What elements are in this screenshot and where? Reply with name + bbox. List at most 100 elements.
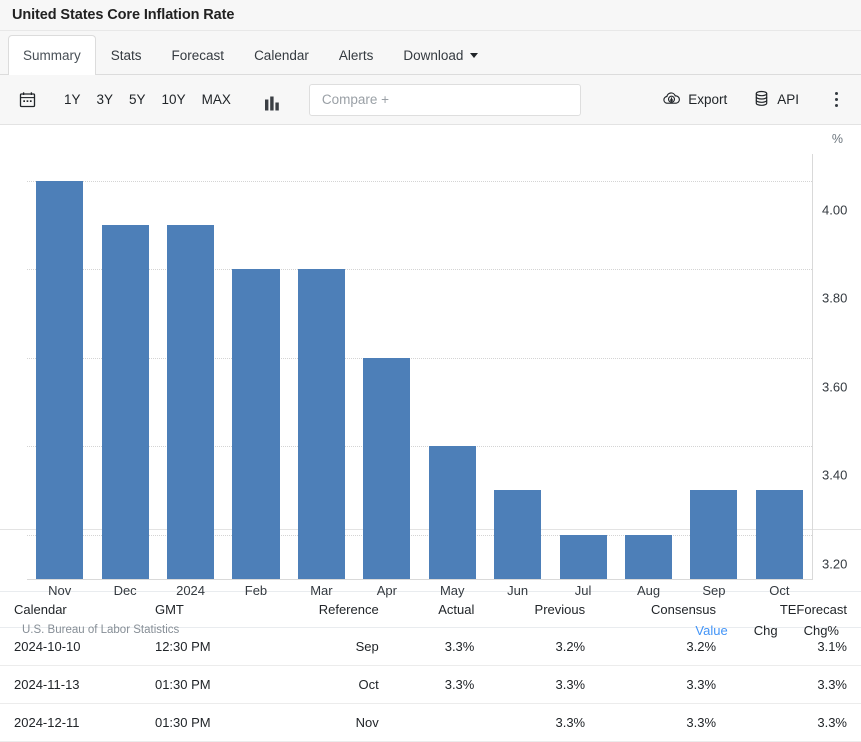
table-row[interactable]: 2024-11-1301:30 PMOct3.3%3.3%3.3%3.3%: [0, 666, 861, 704]
cell-previous: 3.3%: [488, 666, 599, 704]
tab-alerts[interactable]: Alerts: [324, 35, 389, 74]
kebab-dot: [835, 92, 838, 95]
tab-label: Alerts: [339, 48, 374, 63]
kebab-dot: [835, 104, 838, 107]
bar-slot[interactable]: [616, 154, 681, 579]
cell-reference: Nov: [262, 704, 393, 742]
x-tick-label: Apr: [354, 583, 419, 598]
page-header: United States Core Inflation Rate: [0, 0, 861, 31]
bar-slot[interactable]: [420, 154, 485, 579]
page-title: United States Core Inflation Rate: [12, 7, 234, 23]
chart-panel: % 4.003.803.603.403.20 NovDec2024FebMarA…: [0, 125, 861, 530]
bar-slot[interactable]: [158, 154, 223, 579]
cell-gmt: 01:30 PM: [141, 666, 262, 704]
range-button-1y[interactable]: 1Y: [56, 88, 89, 111]
chart-footer: U.S. Bureau of Labor Statistics Value Chg…: [0, 615, 861, 645]
y-tick-label: 3.40: [822, 468, 847, 483]
bar-aug[interactable]: [625, 535, 672, 579]
export-button[interactable]: Export: [662, 91, 727, 109]
bar-chart-icon[interactable]: [259, 86, 287, 114]
y-tick-label: 3.20: [822, 556, 847, 571]
tab-label: Forecast: [172, 48, 225, 63]
y-tick-label: 3.80: [822, 291, 847, 306]
bar-dec[interactable]: [102, 225, 149, 579]
tab-label: Calendar: [254, 48, 309, 63]
range-button-10y[interactable]: 10Y: [154, 88, 194, 111]
y-tick-label: 4.00: [822, 202, 847, 217]
chart-plot-inner: [27, 154, 812, 579]
x-tick-label: Nov: [27, 583, 92, 598]
tab-forecast[interactable]: Forecast: [157, 35, 240, 74]
bar-apr[interactable]: [363, 358, 410, 579]
x-tick-label: Jul: [550, 583, 615, 598]
tab-label: Summary: [23, 48, 81, 63]
kebab-menu-icon[interactable]: [827, 87, 845, 113]
bar-slot[interactable]: [747, 154, 812, 579]
chart-toolbar: 1Y3Y5Y10YMAX Export: [0, 75, 861, 125]
kebab-dot: [835, 98, 838, 101]
table-row[interactable]: 2024-12-1101:30 PMNov3.3%3.3%3.3%: [0, 704, 861, 742]
bar-nov[interactable]: [36, 181, 83, 579]
bar-slot[interactable]: [681, 154, 746, 579]
chart-y-axis-line: [812, 154, 813, 579]
bar-sep[interactable]: [690, 490, 737, 579]
series-toggle-group: Value Chg Chg%: [695, 623, 839, 638]
x-tick-label: Oct: [747, 583, 812, 598]
bar-slot[interactable]: [550, 154, 615, 579]
tab-stats[interactable]: Stats: [96, 35, 157, 74]
bar-slot[interactable]: [223, 154, 288, 579]
series-toggle-value[interactable]: Value: [695, 623, 727, 638]
bar-mar[interactable]: [298, 269, 345, 579]
x-tick-label: Jun: [485, 583, 550, 598]
cell-actual: [393, 704, 489, 742]
x-tick-label: May: [420, 583, 485, 598]
api-button[interactable]: API: [753, 90, 799, 110]
bar-may[interactable]: [429, 446, 476, 579]
cell-teforecast: 3.3%: [730, 704, 861, 742]
chevron-down-icon: [470, 53, 478, 58]
bar-slot[interactable]: [92, 154, 157, 579]
cell-teforecast: 3.3%: [730, 666, 861, 704]
bar-feb[interactable]: [232, 269, 279, 579]
bar-slot[interactable]: [485, 154, 550, 579]
toolbar-right-actions: Export API: [636, 87, 849, 113]
x-tick-label: Dec: [92, 583, 157, 598]
tab-summary[interactable]: Summary: [8, 35, 96, 75]
chart-source: U.S. Bureau of Labor Statistics: [22, 624, 179, 636]
database-icon: [753, 90, 770, 110]
range-button-3y[interactable]: 3Y: [89, 88, 122, 111]
bar-oct[interactable]: [756, 490, 803, 579]
x-tick-label: Mar: [289, 583, 354, 598]
cell-calendar: 2024-12-11: [0, 704, 141, 742]
cell-reference: Oct: [262, 666, 393, 704]
bar-2024[interactable]: [167, 225, 214, 579]
series-toggle-chg[interactable]: Chg: [754, 623, 778, 638]
y-tick-label: 3.60: [822, 379, 847, 394]
series-toggle-chg-pct[interactable]: Chg%: [804, 623, 839, 638]
compare-input-wrapper[interactable]: [309, 84, 581, 116]
tab-label: Download: [403, 48, 463, 63]
calendar-icon[interactable]: [12, 85, 42, 115]
bar-slot[interactable]: [27, 154, 92, 579]
cell-consensus: 3.3%: [599, 666, 730, 704]
compare-input[interactable]: [320, 91, 570, 108]
x-tick-label: Feb: [223, 583, 288, 598]
cell-gmt: 01:30 PM: [141, 704, 262, 742]
chart-plot-area: 4.003.803.603.403.20: [27, 154, 812, 579]
bar-jul[interactable]: [560, 535, 607, 579]
bar-slot[interactable]: [354, 154, 419, 579]
range-button-5y[interactable]: 5Y: [121, 88, 154, 111]
calendar-table: Calendar GMT Reference Actual Previous C…: [0, 591, 861, 742]
x-tick-label: 2024: [158, 583, 223, 598]
bar-slot[interactable]: [289, 154, 354, 579]
range-selector: 1Y3Y5Y10YMAX: [56, 88, 239, 111]
api-label: API: [777, 92, 799, 107]
tab-download[interactable]: Download: [388, 35, 493, 74]
tab-label: Stats: [111, 48, 142, 63]
tab-calendar[interactable]: Calendar: [239, 35, 324, 74]
bar-jun[interactable]: [494, 490, 541, 579]
chart-bars: [27, 154, 812, 579]
cell-previous: 3.3%: [488, 704, 599, 742]
x-tick-label: Aug: [616, 583, 681, 598]
range-button-max[interactable]: MAX: [194, 88, 239, 111]
